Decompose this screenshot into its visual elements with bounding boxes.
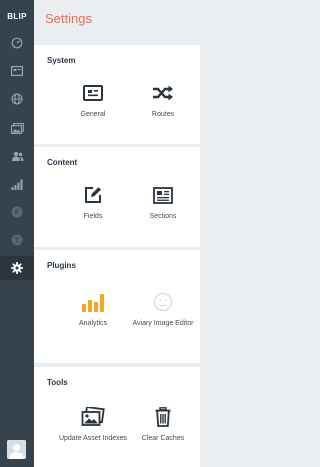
section-title: Plugins [47, 261, 76, 270]
user-avatar[interactable] [7, 440, 26, 459]
brand-logo[interactable]: BLIP [0, 0, 34, 34]
tile-clear-caches[interactable]: Clear Caches [128, 406, 198, 443]
users-icon[interactable] [0, 144, 34, 168]
aviary-icon [128, 291, 198, 313]
assets-icon[interactable] [0, 116, 34, 140]
general-icon [58, 82, 128, 104]
entries-icon[interactable] [0, 59, 34, 83]
trash-icon [128, 406, 198, 428]
newspaper-icon [128, 184, 198, 206]
plugin-f-icon[interactable]: F [0, 200, 34, 224]
tile-routes[interactable]: Routes [128, 82, 198, 119]
sidebar: BLIP F T [0, 0, 34, 467]
tile-label: Aviary Image Editor [132, 320, 194, 327]
statistics-icon[interactable] [0, 172, 34, 196]
pencil-square-icon [58, 184, 128, 206]
tile-label: General [80, 111, 106, 118]
page-header: Settings [34, 0, 200, 34]
page-title: Settings [45, 11, 92, 26]
plugin-f-letter: F [15, 210, 20, 217]
bar-chart-icon [58, 291, 128, 313]
tile-update-asset-indexes[interactable]: Update Asset Indexes [58, 406, 128, 443]
main-content: Settings System General Routes Content F… [34, 0, 200, 467]
tile-label: Sections [149, 213, 177, 220]
section-tools: Tools Update Asset Indexes Clear Caches [34, 367, 200, 467]
section-title: Content [47, 158, 78, 167]
section-title: System [47, 56, 76, 65]
section-plugins: Plugins Analytics Aviary Image Editor [34, 250, 200, 363]
tile-sections[interactable]: Sections [128, 184, 198, 221]
tile-label: Update Asset Indexes [58, 435, 128, 442]
globe-icon[interactable] [0, 87, 34, 111]
tile-label: Routes [151, 111, 175, 118]
plugin-t-icon[interactable]: T [0, 228, 34, 252]
section-content: Content Fields Sections [34, 147, 200, 247]
section-system: System General Routes [34, 45, 200, 144]
dashboard-icon[interactable] [0, 31, 34, 55]
tile-general[interactable]: General [58, 82, 128, 119]
images-icon [58, 406, 128, 428]
shuffle-icon [128, 82, 198, 104]
tile-analytics[interactable]: Analytics [58, 291, 128, 328]
plugin-t-letter: T [15, 238, 20, 245]
tile-label: Clear Caches [141, 435, 185, 442]
tile-fields[interactable]: Fields [58, 184, 128, 221]
tile-label: Fields [83, 213, 103, 220]
tile-label: Analytics [78, 320, 107, 327]
tile-aviary-image-editor[interactable]: Aviary Image Editor [128, 291, 198, 328]
settings-gear-icon[interactable] [0, 256, 34, 280]
section-title: Tools [47, 378, 68, 387]
